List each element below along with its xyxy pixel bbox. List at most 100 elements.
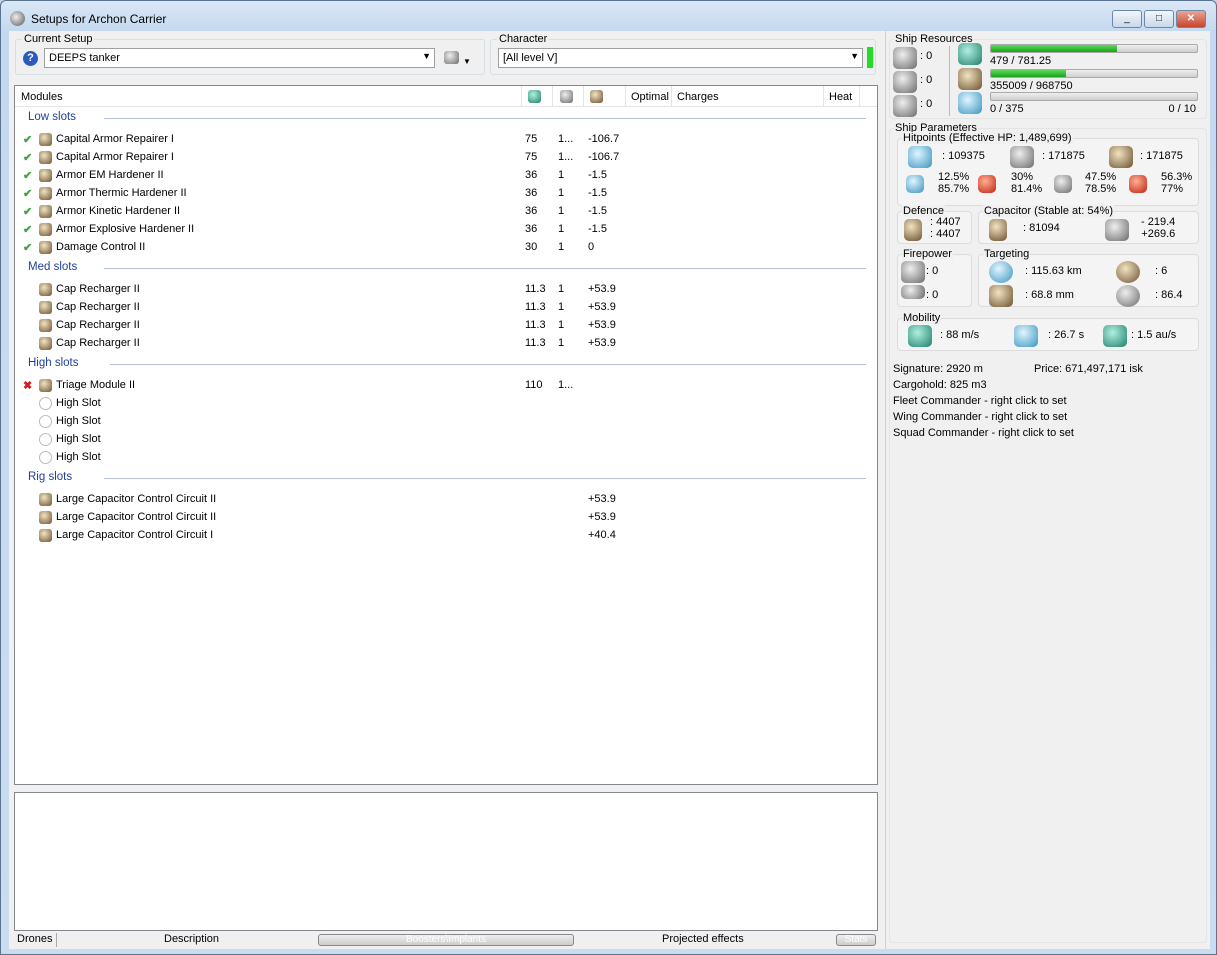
- module-row[interactable]: Cap Recharger II 11.3 1 +53.9: [15, 281, 875, 299]
- powergrid-value: 355009 / 968750: [990, 80, 1073, 92]
- align-time: : 26.7 s: [1048, 329, 1085, 341]
- speed-icon: [908, 325, 932, 347]
- online-check-icon[interactable]: ✔: [23, 169, 32, 182]
- offline-x-icon[interactable]: ✖: [23, 379, 32, 392]
- missile-dps: : 0: [926, 289, 939, 301]
- character-group: Character [All level V] ▼: [490, 33, 876, 75]
- module-capacitor: +53.9: [588, 511, 616, 523]
- module-row[interactable]: Cap Recharger II 11.3 1 +53.9: [15, 317, 875, 335]
- launcher-hardpoint-icon: [893, 71, 917, 93]
- module-name: Triage Module II: [56, 379, 136, 391]
- module-name: High Slot: [56, 397, 101, 409]
- wing-commander[interactable]: Wing Commander - right click to set: [893, 411, 1067, 423]
- modules-list[interactable]: Modules Optimal Charges Heat Low slots ✔ C…: [14, 85, 878, 785]
- module-powergrid: 1: [558, 187, 565, 199]
- module-name: Cap Recharger II: [56, 301, 140, 313]
- minimize-button[interactable]: _: [1112, 10, 1142, 28]
- module-row[interactable]: High Slot: [15, 413, 875, 431]
- capacitor-icon: [989, 219, 1007, 241]
- help-icon[interactable]: ?: [23, 51, 38, 66]
- online-check-icon[interactable]: ✔: [23, 205, 32, 218]
- module-row[interactable]: ✖ Triage Module II 110 1...: [15, 377, 875, 395]
- max-targets: : 6: [1155, 265, 1168, 277]
- module-row[interactable]: Large Capacitor Control Circuit II +53.9: [15, 491, 875, 509]
- cpu-icon: [958, 43, 982, 65]
- module-row[interactable]: ✔ Armor Thermic Hardener II 36 1 -1.5: [15, 185, 875, 203]
- module-row[interactable]: High Slot: [15, 395, 875, 413]
- col-heat[interactable]: Heat: [829, 91, 852, 103]
- ship-price: Price: 671,497,171 isk: [1034, 363, 1143, 375]
- module-name: Large Capacitor Control Circuit II: [56, 493, 217, 505]
- online-check-icon[interactable]: ✔: [23, 187, 32, 200]
- ship-menu-button[interactable]: ▼: [444, 51, 476, 67]
- module-powergrid: 1: [558, 283, 565, 295]
- online-check-icon[interactable]: ✔: [23, 223, 32, 236]
- shield-icon: [908, 146, 932, 168]
- module-row[interactable]: ✔ Armor Explosive Hardener II 36 1 -1.5: [15, 221, 875, 239]
- tab-boosters-implants[interactable]: Boosters\Implants: [318, 934, 574, 946]
- module-cpu: 110: [525, 379, 543, 391]
- module-icon: [39, 319, 52, 332]
- col-modules[interactable]: Modules: [21, 91, 63, 103]
- em-resist-icon: [906, 175, 924, 193]
- module-row[interactable]: ✔ Capital Armor Repairer I 75 1... -106.7: [15, 149, 875, 167]
- module-capacitor: 0: [588, 241, 595, 253]
- online-check-icon[interactable]: ✔: [23, 133, 32, 146]
- section-header: Rig slots: [28, 471, 73, 483]
- col-charges[interactable]: Charges: [677, 91, 719, 103]
- defence-values: : 4407: 4407: [930, 216, 961, 240]
- module-capacitor: -106.7: [588, 133, 620, 145]
- empty-slot-icon: [39, 397, 52, 410]
- module-row[interactable]: ✔ Armor Kinetic Hardener II 36 1 -1.5: [15, 203, 875, 221]
- module-row[interactable]: High Slot: [15, 449, 875, 467]
- tab-stats[interactable]: Stats: [836, 934, 876, 946]
- module-powergrid: 1: [558, 301, 565, 313]
- capacitor-icon[interactable]: [590, 90, 603, 103]
- close-button[interactable]: ✕: [1176, 10, 1206, 28]
- em-resists: 12.5% 85.7%: [938, 171, 970, 195]
- col-optimal[interactable]: Optimal: [631, 91, 669, 103]
- module-icon: [39, 187, 52, 200]
- turret-dps-icon: [901, 261, 925, 283]
- warp-speed: : 1.5 au/s: [1131, 329, 1177, 341]
- module-name: High Slot: [56, 433, 101, 445]
- module-row[interactable]: ✔ Armor EM Hardener II 36 1 -1.5: [15, 167, 875, 185]
- signature-radius: Signature: 2920 m: [893, 363, 983, 375]
- online-check-icon[interactable]: ✔: [23, 151, 32, 164]
- online-check-icon[interactable]: ✔: [23, 241, 32, 254]
- tab-projected-effects[interactable]: Projected effects: [662, 933, 744, 945]
- setup-dropdown[interactable]: DEEPS tanker ▼: [44, 48, 435, 68]
- shield-hp: : 109375: [942, 150, 985, 162]
- launcher-count: : 0: [920, 74, 933, 86]
- bottom-tabs: Drones Description Boosters\Implants Pro…: [14, 933, 878, 947]
- drone-bay-bar: [990, 92, 1198, 101]
- module-cpu: 11.3: [525, 337, 546, 349]
- module-row[interactable]: Cap Recharger II 11.3 1 +53.9: [15, 335, 875, 353]
- missile-dps-icon: [901, 285, 925, 299]
- character-dropdown[interactable]: [All level V] ▼: [498, 48, 863, 68]
- cpu-icon[interactable]: [528, 90, 541, 103]
- module-row[interactable]: ✔ Capital Armor Repairer I 75 1... -106.7: [15, 131, 875, 149]
- module-row[interactable]: Cap Recharger II 11.3 1 +53.9: [15, 299, 875, 317]
- module-row[interactable]: Large Capacitor Control Circuit II +53.9: [15, 509, 875, 527]
- module-row[interactable]: High Slot: [15, 431, 875, 449]
- fleet-commander[interactable]: Fleet Commander - right click to set: [893, 395, 1067, 407]
- structure-icon: [1109, 146, 1133, 168]
- maximize-button[interactable]: □: [1144, 10, 1174, 28]
- tab-drones[interactable]: Drones: [17, 933, 52, 945]
- module-name: Capital Armor Repairer I: [56, 133, 174, 145]
- powergrid-icon[interactable]: [560, 90, 573, 103]
- module-capacitor: -1.5: [588, 205, 607, 217]
- module-row[interactable]: Large Capacitor Control Circuit I +40.4: [15, 527, 875, 545]
- module-powergrid: 1: [558, 241, 565, 253]
- tab-description[interactable]: Description: [164, 933, 219, 945]
- module-capacitor: +53.9: [588, 301, 616, 313]
- module-row[interactable]: ✔ Damage Control II 30 1 0: [15, 239, 875, 257]
- module-cpu: 11.3: [525, 283, 546, 295]
- module-name: Damage Control II: [56, 241, 146, 253]
- kinetic-resists: 47.5% 78.5%: [1085, 171, 1117, 195]
- drone-slots-icon: [893, 95, 917, 117]
- sensor-resolution: : 68.8 mm: [1025, 289, 1074, 301]
- squad-commander[interactable]: Squad Commander - right click to set: [893, 427, 1074, 439]
- module-capacitor: -1.5: [588, 223, 607, 235]
